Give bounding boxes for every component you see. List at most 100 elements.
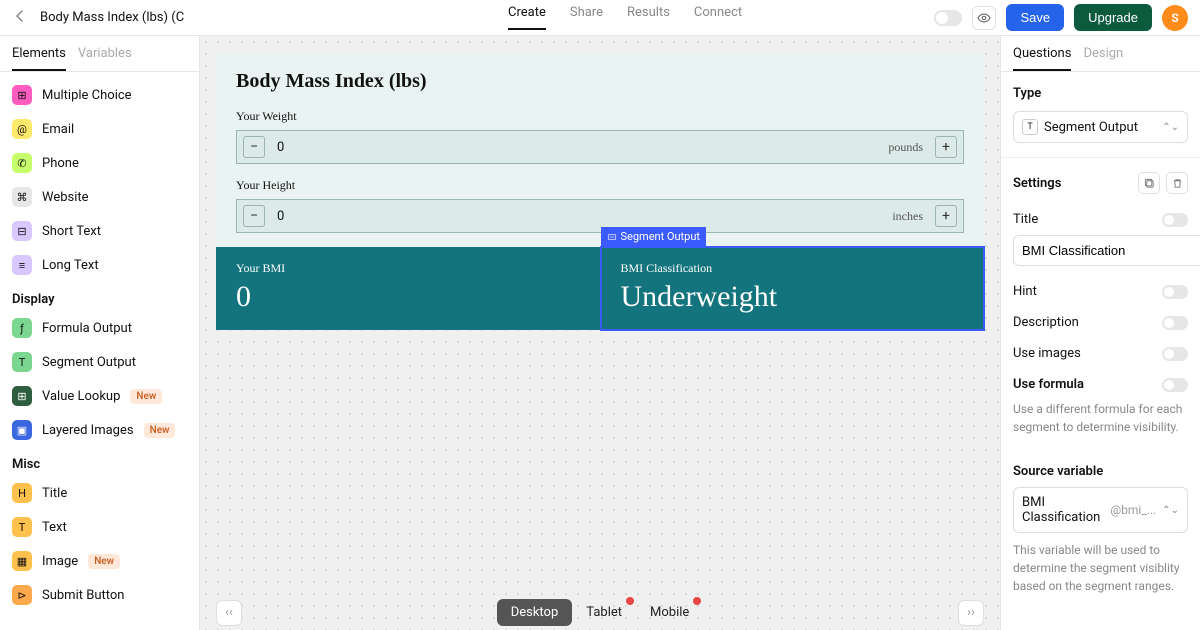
tab-design[interactable]: Design xyxy=(1083,46,1123,71)
element-label: Multiple Choice xyxy=(42,88,132,103)
page-title[interactable]: Body Mass Index (lbs) (C xyxy=(40,10,184,25)
element-label: Email xyxy=(42,122,74,137)
mode-toggle[interactable] xyxy=(934,10,962,26)
element-short-text[interactable]: ⊟Short Text xyxy=(0,214,199,248)
new-badge: New xyxy=(144,423,176,438)
save-button[interactable]: Save xyxy=(1006,4,1064,31)
element-label: Formula Output xyxy=(42,321,132,336)
tab-create[interactable]: Create xyxy=(508,5,546,30)
dot-icon xyxy=(693,597,701,605)
tab-questions[interactable]: Questions xyxy=(1013,46,1071,71)
title-toggle[interactable] xyxy=(1162,213,1188,227)
element-layered-images[interactable]: ▣ Layered Images New xyxy=(0,413,199,447)
element-website[interactable]: ⌘Website xyxy=(0,180,199,214)
title-input[interactable] xyxy=(1013,235,1200,266)
duplicate-button[interactable] xyxy=(1138,172,1160,194)
description-toggle-label: Description xyxy=(1013,315,1079,330)
viewport-next-icon[interactable]: ›› xyxy=(958,600,984,626)
tab-results[interactable]: Results xyxy=(627,5,670,30)
element-icon: ▣ xyxy=(12,420,32,440)
element-submit-button[interactable]: ⊳ Submit Button xyxy=(0,578,199,612)
element-value-lookup[interactable]: ⊞ Value Lookup New xyxy=(0,379,199,413)
element-icon: ⊞ xyxy=(12,386,32,406)
bmi-output-value: 0 xyxy=(236,280,580,314)
viewport-mobile[interactable]: Mobile xyxy=(636,599,703,626)
element-icon: ⊳ xyxy=(12,585,32,605)
element-label: Layered Images xyxy=(42,423,134,438)
tab-variables[interactable]: Variables xyxy=(78,46,132,71)
element-segment-output[interactable]: TSegment Output xyxy=(0,345,199,379)
canvas: Body Mass Index (lbs) Your Weight − 0 po… xyxy=(200,36,1000,630)
preview-button[interactable] xyxy=(972,6,996,30)
tab-connect[interactable]: Connect xyxy=(694,5,742,30)
weight-unit: pounds xyxy=(888,140,929,155)
upgrade-button[interactable]: Upgrade xyxy=(1074,4,1152,31)
element-label: Long Text xyxy=(42,258,99,273)
back-arrow-icon[interactable] xyxy=(12,8,28,28)
tab-elements[interactable]: Elements xyxy=(12,46,66,71)
element-long-text[interactable]: ≡ Long Text xyxy=(0,248,199,282)
selection-tag: Segment Output xyxy=(601,227,707,246)
weight-value[interactable]: 0 xyxy=(271,140,888,155)
viewport-switcher: ‹‹ Desktop Tablet Mobile ›› xyxy=(200,595,1000,630)
elements-sidebar: Elements Variables ⊞Multiple Choice@Emai… xyxy=(0,36,200,630)
new-badge: New xyxy=(130,389,162,404)
element-icon: ▦ xyxy=(12,551,32,571)
viewport-tablet[interactable]: Tablet xyxy=(572,599,636,626)
images-toggle-label: Use images xyxy=(1013,346,1081,361)
viewport-desktop[interactable]: Desktop xyxy=(497,599,573,626)
element-phone[interactable]: ✆Phone xyxy=(0,146,199,180)
element-label: Submit Button xyxy=(42,588,124,603)
images-toggle[interactable] xyxy=(1162,347,1188,361)
type-select[interactable]: T Segment Output ⌃⌄ xyxy=(1013,111,1188,143)
element-icon: T xyxy=(12,517,32,537)
element-label: Title xyxy=(42,486,67,501)
height-unit: inches xyxy=(892,209,929,224)
minus-icon[interactable]: − xyxy=(243,136,265,158)
element-icon: ƒ xyxy=(12,318,32,338)
classification-label: BMI Classification xyxy=(621,261,965,276)
height-value[interactable]: 0 xyxy=(271,209,892,224)
delete-button[interactable] xyxy=(1166,172,1188,194)
source-variable-select[interactable]: BMI Classification @bmi_... ⌃⌄ xyxy=(1013,487,1188,533)
type-section-label: Type xyxy=(1013,86,1188,101)
chevron-icon: ⌃⌄ xyxy=(1162,505,1179,516)
tab-share[interactable]: Share xyxy=(570,5,603,30)
formula-toggle-label: Use formula xyxy=(1013,377,1084,392)
element-text[interactable]: TText xyxy=(0,510,199,544)
weight-input[interactable]: − 0 pounds + xyxy=(236,130,964,164)
element-image[interactable]: ▦ Image New xyxy=(0,544,199,578)
hint-toggle[interactable] xyxy=(1162,285,1188,299)
element-icon: ⌘ xyxy=(12,187,32,207)
element-title[interactable]: H Title xyxy=(0,476,199,510)
plus-icon[interactable]: + xyxy=(935,136,957,158)
element-icon: ≡ xyxy=(12,255,32,275)
minus-icon[interactable]: − xyxy=(243,205,265,227)
element-multiple-choice[interactable]: ⊞Multiple Choice xyxy=(0,78,199,112)
new-badge: New xyxy=(88,554,120,569)
settings-label: Settings xyxy=(1013,176,1061,191)
element-formula-output[interactable]: ƒ Formula Output xyxy=(0,311,199,345)
element-icon: H xyxy=(12,483,32,503)
form-title[interactable]: Body Mass Index (lbs) xyxy=(236,70,964,93)
element-email[interactable]: @Email xyxy=(0,112,199,146)
element-icon: ✆ xyxy=(12,153,32,173)
formula-toggle[interactable] xyxy=(1162,378,1188,392)
avatar[interactable]: S xyxy=(1162,5,1188,31)
formula-help: Use a different formula for each segment… xyxy=(1001,400,1200,450)
element-label: Image xyxy=(42,554,78,569)
viewport-prev-icon[interactable]: ‹‹ xyxy=(216,600,242,626)
form-preview: Body Mass Index (lbs) Your Weight − 0 po… xyxy=(216,52,984,330)
element-label: Short Text xyxy=(42,224,101,239)
chevron-icon: ⌃⌄ xyxy=(1162,122,1179,133)
weight-label: Your Weight xyxy=(236,109,964,124)
description-toggle[interactable] xyxy=(1162,316,1188,330)
source-variable-label: Source variable xyxy=(1001,450,1200,487)
bmi-output-label: Your BMI xyxy=(236,261,580,276)
classification-output[interactable]: Segment Output BMI Classification Underw… xyxy=(601,247,985,330)
properties-panel: Questions Design Type T Segment Output ⌃… xyxy=(1000,36,1200,630)
element-label: Value Lookup xyxy=(42,389,120,404)
plus-icon[interactable]: + xyxy=(935,205,957,227)
bmi-output[interactable]: Your BMI 0 xyxy=(216,247,601,330)
top-bar: Body Mass Index (lbs) (C Create Share Re… xyxy=(0,0,1200,36)
